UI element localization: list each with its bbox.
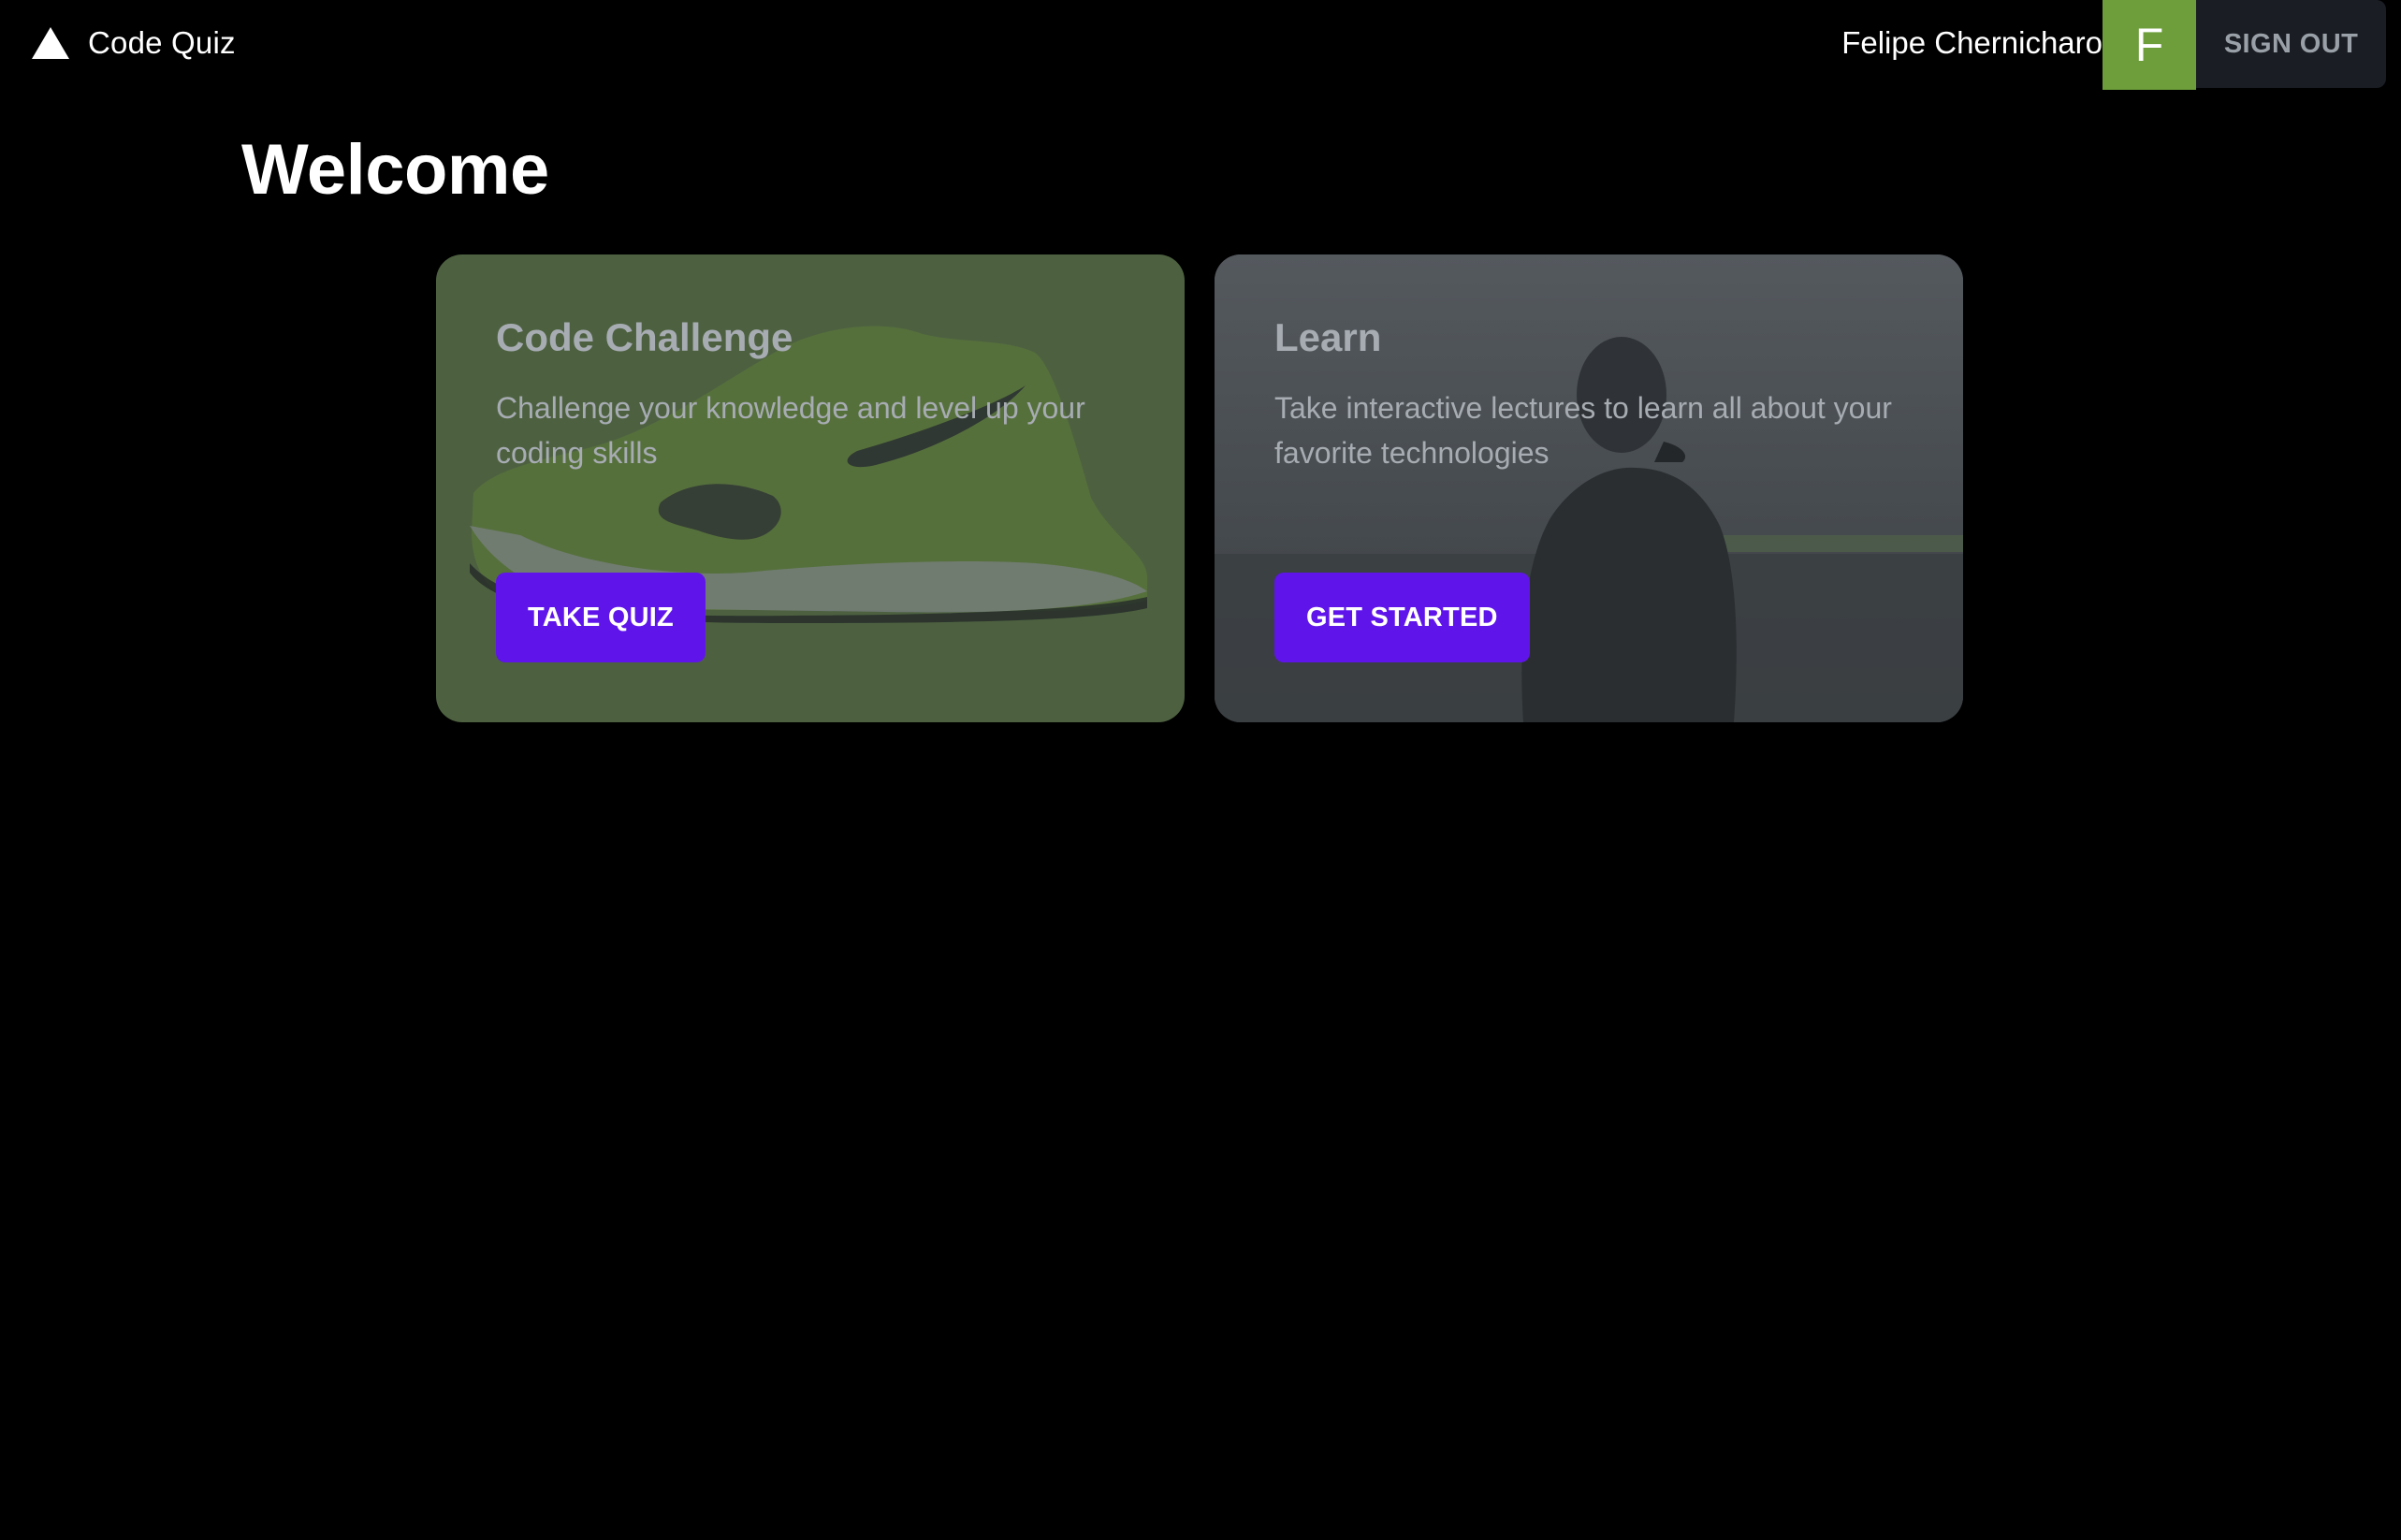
app-title: Code Quiz [88,25,236,60]
card-description: Take interactive lectures to learn all a… [1274,391,1892,471]
card-description: Challenge your knowledge and level up yo… [496,391,1085,471]
take-quiz-button[interactable]: TAKE QUIZ [496,573,706,662]
card-content: Learn Take interactive lectures to learn… [1274,314,1907,475]
avatar-initial: F [2134,19,2164,71]
card-content: Code Challenge Challenge your knowledge … [496,314,1128,475]
brand-link[interactable]: Code Quiz [32,0,236,86]
avatar[interactable]: F [2103,0,2196,90]
top-bar: Code Quiz Felipe Chernicharo F SIGN OUT [0,0,2401,90]
card-title: Learn [1274,315,1382,359]
code-challenge-card: Code Challenge Challenge your knowledge … [436,254,1185,722]
card-title: Code Challenge [496,315,793,359]
sign-out-button[interactable]: SIGN OUT [2196,0,2386,88]
triangle-icon [32,27,69,59]
user-name: Felipe Chernicharo [1841,25,2103,60]
page-title: Welcome [241,130,549,210]
user-area: Felipe Chernicharo F SIGN OUT [1841,0,2386,90]
learn-card: Learn Take interactive lectures to learn… [1215,254,1963,722]
get-started-button[interactable]: GET STARTED [1274,573,1530,662]
